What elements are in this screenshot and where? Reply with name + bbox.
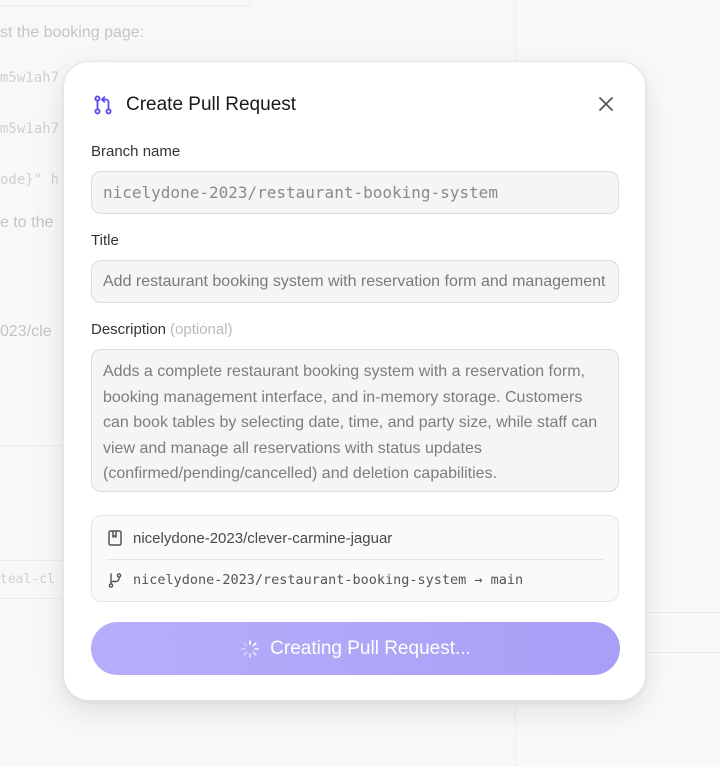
background-divider	[0, 598, 70, 599]
background-text: 023/cle	[0, 323, 52, 340]
repository-icon	[106, 529, 124, 547]
optional-hint: (optional)	[170, 321, 233, 338]
summary-divider	[106, 559, 604, 560]
git-branch-icon	[106, 571, 124, 589]
background-divider	[0, 560, 70, 561]
background-code: m5w1ah7	[0, 121, 60, 137]
background-code: teal-cl	[0, 572, 55, 587]
create-pull-request-dialog: Create Pull Request Branch name nicelydo…	[63, 61, 646, 701]
branch-flow-row: nicelydone-2023/restaurant-booking-syste…	[106, 568, 604, 592]
dialog-header: Create Pull Request	[92, 90, 617, 120]
branch-name-label: Branch name	[91, 143, 181, 160]
description-label: Description (optional)	[91, 321, 233, 338]
git-pull-request-icon	[92, 94, 114, 116]
branch-flow-text: nicelydone-2023/restaurant-booking-syste…	[133, 572, 524, 588]
background-code: ode}" h	[0, 172, 60, 188]
background-card	[0, 0, 252, 6]
description-label-text: Description	[91, 321, 167, 338]
title-input[interactable]: Add restaurant booking system with reser…	[91, 260, 619, 303]
background-code: m5w1ah7	[0, 70, 60, 86]
dialog-title: Create Pull Request	[126, 94, 297, 115]
title-label: Title	[91, 232, 119, 249]
create-pull-request-button-label: Creating Pull Request...	[270, 637, 471, 659]
loading-spinner-icon	[240, 639, 260, 659]
branch-name-input[interactable]: nicelydone-2023/restaurant-booking-syste…	[91, 171, 619, 214]
create-pull-request-button[interactable]: Creating Pull Request...	[91, 622, 620, 675]
repository-row: nicelydone-2023/clever-carmine-jaguar	[106, 526, 604, 550]
pr-summary-box: nicelydone-2023/clever-carmine-jaguar ni…	[91, 515, 619, 602]
background-text: st the booking page:	[0, 24, 145, 41]
repository-name: nicelydone-2023/clever-carmine-jaguar	[133, 529, 393, 547]
description-textarea[interactable]: Adds a complete restaurant booking syste…	[91, 349, 619, 492]
close-icon[interactable]	[595, 93, 617, 115]
background-text: e to the	[0, 214, 54, 231]
